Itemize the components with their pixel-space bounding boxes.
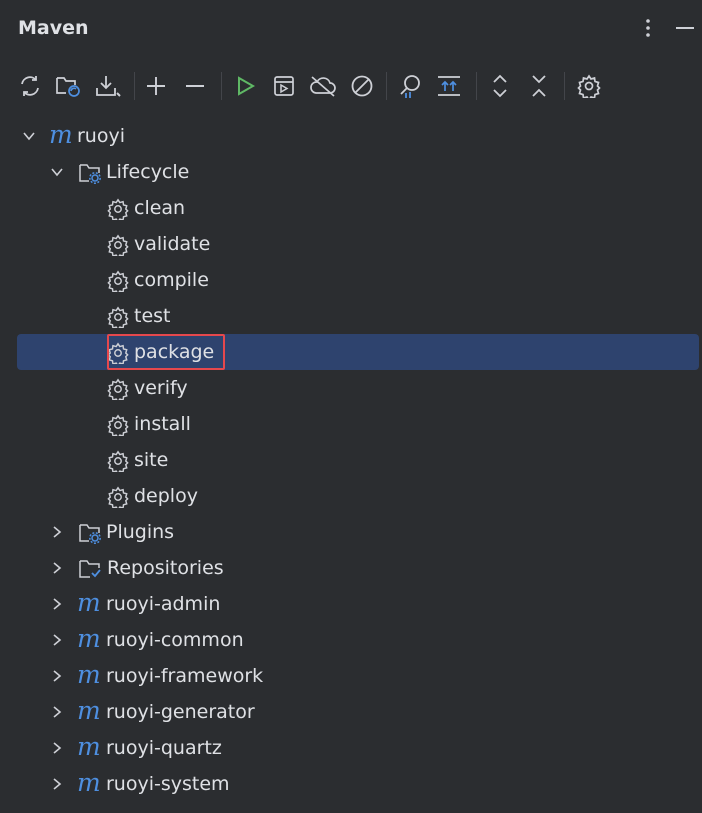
tree-item-repositories[interactable]: Repositories [0,550,702,586]
maven-module-icon: m [77,624,101,653]
expand-all-icon[interactable] [485,71,515,101]
more-vertical-icon[interactable] [634,14,662,42]
panel-header: Maven [0,0,702,58]
maven-module-icon: m [77,588,101,617]
gear-icon [107,234,129,260]
chevron-right-icon[interactable] [49,740,65,756]
remove-project-icon[interactable] [180,71,210,101]
download-sources-icon[interactable] [92,71,122,101]
lifecycle-folder-icon [78,162,101,184]
goal-site[interactable]: site [0,442,702,478]
tree-item-lifecycle-label: Lifecycle [106,161,190,183]
chevron-down-icon[interactable] [49,164,65,180]
chevron-right-icon[interactable] [49,524,65,540]
maven-module-icon: m [77,768,101,797]
goal-site-label: site [134,449,169,471]
goal-compile[interactable]: compile [0,262,702,298]
tree-item-ruoyi-quartz-label: ruoyi-quartz [106,737,222,759]
goal-install[interactable]: install [0,406,702,442]
chevron-right-icon[interactable] [49,776,65,792]
goal-deploy[interactable]: deploy [0,478,702,514]
goal-deploy-label: deploy [134,485,198,507]
chevron-right-icon[interactable] [49,668,65,684]
tree-item-ruoyi-label: ruoyi [77,125,126,147]
chevron-right-icon[interactable] [49,704,65,720]
tree-item-plugins-label: Plugins [106,521,175,543]
gear-icon [107,198,129,224]
gear-icon [107,306,129,332]
run-icon[interactable] [230,71,260,101]
maven-module-icon: m [77,660,101,689]
execute-goal-icon[interactable] [269,71,299,101]
gear-icon [107,378,129,404]
gear-icon [107,486,129,512]
goal-test[interactable]: test [0,298,702,334]
add-project-icon[interactable] [141,71,171,101]
goal-clean-label: clean [134,197,186,219]
gear-icon [107,450,129,476]
goal-verify[interactable]: verify [0,370,702,406]
tree-item-ruoyi-generator[interactable]: m ruoyi-generator [0,694,702,730]
offline-mode-icon[interactable] [308,71,338,101]
maven-module-icon: m [77,732,101,761]
show-dependencies-icon[interactable] [395,71,425,101]
goal-compile-label: compile [134,269,209,291]
tree-item-ruoyi-framework[interactable]: m ruoyi-framework [0,658,702,694]
chevron-down-icon[interactable] [21,128,37,144]
panel-title: Maven [18,17,89,39]
tree-item-ruoyi-system[interactable]: m ruoyi-system [0,766,702,802]
maven-module-icon: m [77,696,101,725]
tree-item-ruoyi-admin[interactable]: m ruoyi-admin [0,586,702,622]
goal-install-label: install [134,413,191,435]
tree-item-ruoyi-generator-label: ruoyi-generator [106,701,255,723]
skip-tests-icon[interactable] [347,71,377,101]
reload-all-projects-icon[interactable] [15,71,45,101]
highlight-box [107,334,225,370]
chevron-right-icon[interactable] [49,596,65,612]
tree-item-repositories-label: Repositories [107,557,224,579]
goal-package[interactable]: package [0,334,702,370]
tree-item-ruoyi-quartz[interactable]: m ruoyi-quartz [0,730,702,766]
chevron-right-icon[interactable] [49,560,65,576]
goal-clean[interactable]: clean [0,190,702,226]
gear-icon [107,270,129,296]
tree-item-ruoyi-common-label: ruoyi-common [106,629,244,651]
tree-item-lifecycle[interactable]: Lifecycle [0,154,702,190]
goal-validate-label: validate [134,233,211,255]
maven-toolbar [0,62,702,110]
settings-icon[interactable] [574,71,604,101]
maven-module-icon: m [49,120,73,149]
goal-verify-label: verify [134,377,188,399]
generate-sources-icon[interactable] [53,71,83,101]
gear-icon [107,414,129,440]
tree-item-ruoyi-admin-label: ruoyi-admin [106,593,221,615]
chevron-right-icon[interactable] [49,632,65,648]
collapse-expand-icon[interactable] [434,71,464,101]
goal-validate[interactable]: validate [0,226,702,262]
collapse-all-icon[interactable] [524,71,554,101]
tree-item-plugins[interactable]: Plugins [0,514,702,550]
tree-item-ruoyi-system-label: ruoyi-system [106,773,230,795]
plugins-folder-icon [78,522,101,544]
repositories-folder-icon [78,558,101,580]
tree-item-ruoyi[interactable]: m ruoyi [0,118,702,154]
goal-test-label: test [134,305,171,327]
tree-item-ruoyi-framework-label: ruoyi-framework [106,665,264,687]
tree-item-ruoyi-common[interactable]: m ruoyi-common [0,622,702,658]
minimize-icon[interactable] [671,14,699,42]
